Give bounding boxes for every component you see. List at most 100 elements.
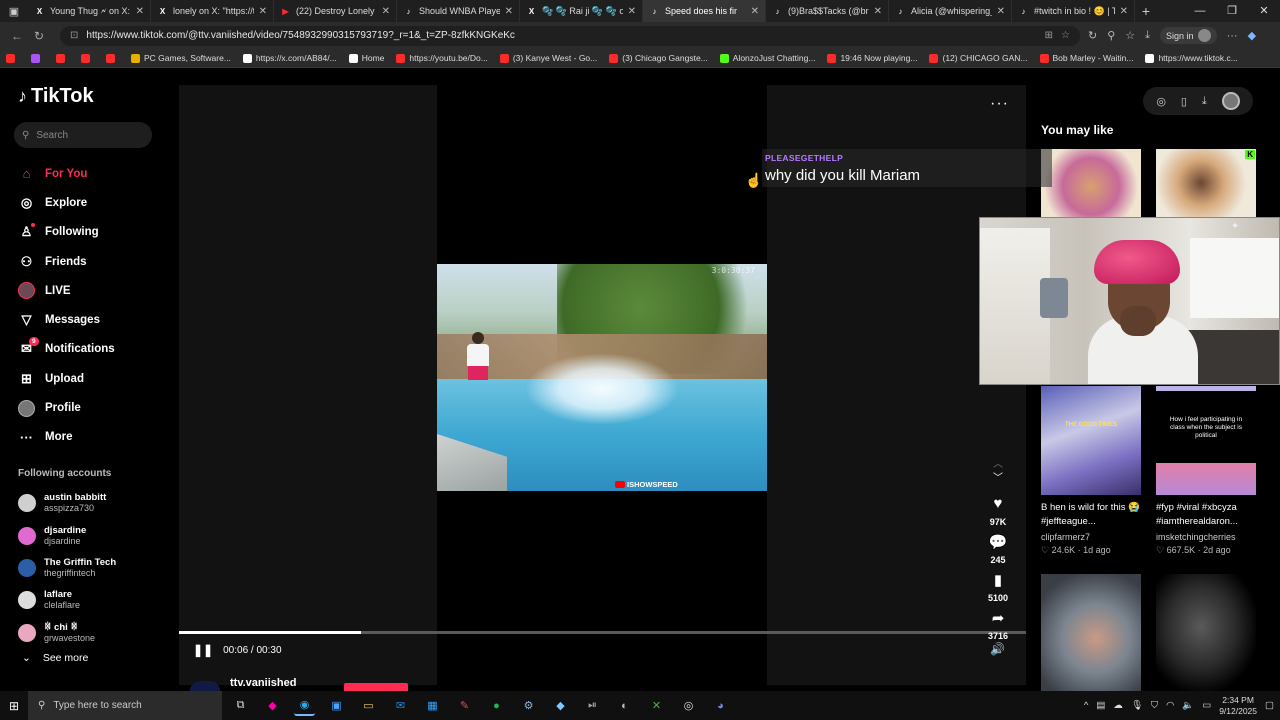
edge-icon[interactable]: ◉ [294,695,315,716]
photoshop-icon[interactable]: ▦ [422,695,443,716]
sidebar-item-messages[interactable]: ▽ Messages [18,305,115,334]
card-caption[interactable]: #fyp #viral #xbcyza #iamtherealdaron... [1156,501,1272,529]
following-account[interactable]: austin babbitt asspizza730 [18,487,116,519]
minimize-icon[interactable]: — [1184,0,1216,22]
browser-tab[interactable]: X Young Thug 🗲 on X: "I ✕ [28,0,151,22]
bookmark-item[interactable] [81,53,94,63]
new-tab-button[interactable]: + [1135,3,1157,19]
sign-in-button[interactable]: Sign in [1160,27,1217,44]
browser-tab[interactable]: ♪ Alicia (@whispering_sou ✕ [889,0,1012,22]
bookmark-item[interactable]: Home [348,53,384,63]
suggested-thumbnail[interactable]: K [1156,149,1256,217]
read-aloud-icon[interactable]: ⊞ [1045,30,1053,41]
browser-tab[interactable]: Xlonely on X: "https://t.c ✕ [151,0,274,22]
maximize-icon[interactable]: ❐ [1216,0,1248,22]
bookmark-item[interactable]: AlonzoJust Chatting... [719,53,815,63]
bookmark-item[interactable]: https://youtu.be/Do... [396,53,488,63]
app-blue-icon[interactable]: ◆ [550,695,571,716]
notifications-icon[interactable]: ▢ [1265,700,1274,711]
sidebar-item-friends[interactable]: ⚇ Friends [18,247,115,276]
outlook-icon[interactable]: ✉ [390,695,411,716]
extensions-icon[interactable]: ⚲ [1107,29,1115,42]
taskbar-search[interactable]: ⚲ Type here to search [28,691,222,720]
back-icon[interactable]: ← [6,29,28,43]
close-tab-icon[interactable]: ✕ [628,6,636,17]
close-tab-icon[interactable]: ✕ [505,6,513,17]
steam-icon[interactable]: ⚙ [518,695,539,716]
file-explorer-icon[interactable]: ▭ [358,695,379,716]
card-author[interactable]: imsketchingcherries [1156,531,1276,544]
pause-icon[interactable]: ❚❚ [193,643,213,657]
browser-tab[interactable]: ▶ (22) Destroy Lonely - Ju ✕ [274,0,397,22]
share-button[interactable]: ➦ 3716 [980,609,1016,641]
downloads-icon[interactable]: ⤓ [1145,29,1150,42]
tiktok-logo[interactable]: ♪ TikTok [18,85,94,108]
app-gray-icon[interactable]: ◐ [614,695,635,716]
favorites-icon[interactable]: ☆ [1125,29,1135,42]
sidebar-item-explore[interactable]: ◎ Explore [18,188,115,217]
tab-actions-icon[interactable]: ▣ [0,0,28,22]
following-account[interactable]: laflare clelaflare [18,584,116,616]
battery-icon[interactable]: ▭ [1202,700,1211,711]
network-icon[interactable]: ▤ [1096,700,1105,711]
speaker-icon[interactable]: 🔈 [1182,700,1194,711]
browser-tab[interactable]: ♪ (9)Bra$$Tacks (@brassta ✕ [766,0,889,22]
spotify-icon[interactable]: ● [486,695,507,716]
browser-tab[interactable]: X 🫧 🫧 Rai ji 🫧 🫧 on ✕ [520,0,643,22]
close-tab-icon[interactable]: ✕ [382,6,390,17]
refresh-extension-icon[interactable]: ↻ [1088,29,1097,42]
url-field[interactable]: ⊡ https://www.tiktok.com/@ttv.vaniished/… [60,25,1080,46]
device-icon[interactable]: ▯ [1181,95,1187,108]
browser-tab[interactable]: ♪ Speed does his fir ✕ [643,0,766,22]
card-author[interactable]: clipfarmerz7 [1041,531,1161,544]
bookmark-item[interactable]: https://x.com/AB84/... [242,53,337,63]
bookmark-item[interactable]: (3) Chicago Gangste... [609,53,708,63]
refresh-icon[interactable]: ↻ [28,29,50,43]
video-progress-bar[interactable] [179,631,1026,634]
shield-icon[interactable]: ⛉ [1151,700,1158,711]
bookmark-item[interactable] [31,53,44,63]
see-more-button[interactable]: ⌄ See more [22,652,88,664]
bookmark-item[interactable]: (12) CHICAGO GAN... [929,53,1028,63]
more-options-icon[interactable]: ··· [990,95,1009,113]
coins-icon[interactable]: ◎ [1156,95,1166,108]
close-tab-icon[interactable]: ✕ [997,6,1005,17]
close-tab-icon[interactable]: ✕ [874,6,882,17]
suggested-video-card-1[interactable]: THE GOOD TIMES [1041,386,1141,495]
author-name[interactable]: ttv.vaniished [230,677,296,689]
follow-button[interactable] [344,683,408,691]
app-red-icon[interactable]: ✎ [454,695,475,716]
following-account[interactable]: djsardine djsardine [18,519,116,551]
bookmark-item[interactable]: 19:46 Now playing... [827,53,917,63]
sidebar-item-notifications[interactable]: ✉ 9 Notifications [18,335,115,364]
author-avatar[interactable] [190,681,220,691]
sidebar-item-upload[interactable]: ⊞ Upload [18,364,115,393]
search-input[interactable]: ⚲ Search [14,122,152,148]
suggested-video-card-2[interactable]: How i feel participating in class when t… [1156,386,1256,495]
sidebar-item-profile[interactable]: Profile [18,393,115,422]
save-button[interactable]: ▮ 5100 [980,571,1016,603]
media-icon[interactable]: ⏯ [582,695,603,716]
task-view-icon[interactable]: ⧉ [230,695,251,716]
comment-button[interactable]: 💬 245 [980,533,1016,565]
card-caption[interactable]: B hen is wild for this 😭 #jeffteague... [1041,501,1153,529]
wifi-icon[interactable]: ◠ [1166,700,1174,711]
suggested-video-card-3[interactable] [1041,574,1141,691]
bookmark-item[interactable]: https://www.tiktok.c... [1145,53,1238,63]
bookmark-item[interactable]: PC Games, Software... [131,53,231,63]
chevron-down-icon[interactable]: ﹀ [980,469,1016,495]
mic-icon[interactable]: 🎙 [1131,700,1143,711]
close-window-icon[interactable]: ✕ [1248,0,1280,22]
menu-dots-icon[interactable]: ··· [1227,30,1238,42]
bookmark-item[interactable]: (3) Kanye West - Go... [499,53,597,63]
sidebar-item-for-you[interactable]: ⌂ For You [18,159,115,188]
close-tab-icon[interactable]: ✕ [136,6,144,17]
sidebar-item-more[interactable]: ··· More [18,423,115,452]
obs-icon[interactable]: ◎ [678,695,699,716]
xbox-icon[interactable]: ✕ [646,695,667,716]
bookmark-item[interactable]: Bob Marley - Waitin... [1039,53,1133,63]
download-app-icon[interactable]: ⤓ [1202,95,1207,108]
clock[interactable]: 2:34 PM 9/12/2025 [1219,695,1257,717]
suggested-video-card-4[interactable] [1156,574,1256,691]
bookmark-item[interactable] [106,53,119,63]
